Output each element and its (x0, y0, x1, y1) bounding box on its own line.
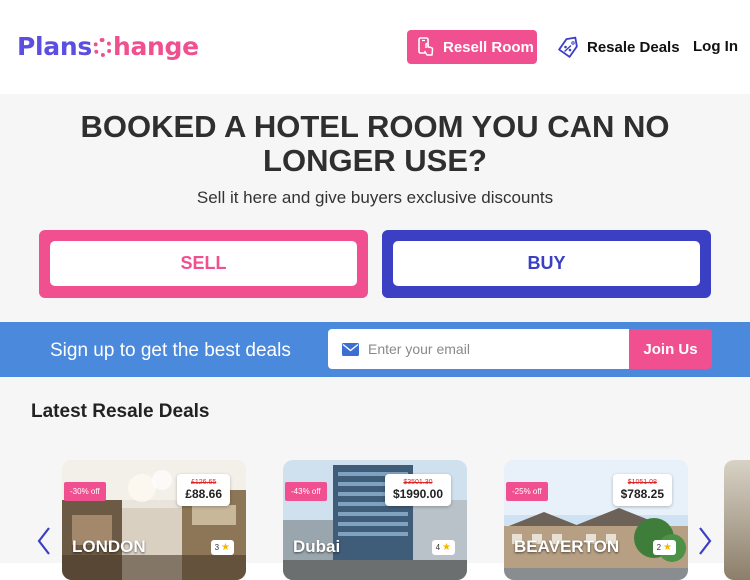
latest-deals-section: Latest Resale Deals -30% off £126.65 £88… (0, 377, 750, 580)
site-header: Plans hange Resell Room Resale Deals Log … (0, 0, 750, 94)
planschange-logo[interactable]: Plans hange (17, 32, 199, 61)
deals-heading: Latest Resale Deals (31, 401, 210, 422)
envelope-icon (342, 342, 359, 356)
discount-badge: -43% off (285, 482, 327, 501)
join-us-button[interactable]: Join Us (629, 329, 712, 369)
carousel-prev-button[interactable] (34, 525, 54, 561)
hero-subtitle: Sell it here and give buyers exclusive d… (196, 188, 554, 207)
email-field-wrapper[interactable] (328, 329, 630, 369)
resale-deals-link[interactable]: Resale Deals (556, 36, 680, 58)
star-icon: ★ (221, 542, 230, 553)
star-icon: ★ (442, 542, 451, 553)
price-box: $1051.08 $788.25 (612, 474, 672, 506)
email-input[interactable] (368, 341, 608, 357)
old-price: $1051.08 (627, 479, 657, 486)
login-link[interactable]: Log In (693, 38, 738, 55)
buy-button[interactable]: BUY (382, 230, 711, 298)
chevron-left-icon (37, 526, 51, 561)
star-rating: 3 ★ (210, 540, 234, 555)
signup-text: Sign up to get the best deals (50, 340, 291, 361)
new-price: $788.25 (620, 487, 664, 501)
hero-title: BOOKED A HOTEL ROOM YOU CAN NO LONGER US… (80, 109, 670, 178)
old-price: $3501.30 (403, 479, 433, 486)
city-name: BEAVERTON (514, 537, 620, 556)
deal-card[interactable]: -30% off £126.65 £88.66 LONDON 3 ★ (62, 460, 246, 580)
hero-section: BOOKED A HOTEL ROOM YOU CAN NO LONGER US… (0, 94, 750, 322)
sell-button[interactable]: SELL (39, 230, 368, 298)
phone-hand-icon (417, 37, 435, 57)
star-icon: ★ (663, 542, 672, 553)
buy-button-label: BUY (393, 241, 700, 286)
star-rating: 4 ★ (431, 540, 455, 555)
deal-card[interactable]: -25% off $1051.08 $788.25 BEAVERTON 2 ★ (504, 460, 688, 580)
discount-badge: -25% off (506, 482, 548, 501)
new-price: £88.66 (185, 487, 222, 501)
logo-c-ring (92, 38, 112, 57)
star-rating: 2 ★ (652, 540, 676, 555)
discount-tag-icon (556, 36, 580, 58)
newsletter-signup-bar: Sign up to get the best deals Join Us (0, 322, 750, 377)
city-name: LONDON (72, 537, 146, 556)
city-name: Dubai (293, 537, 341, 556)
resale-deals-label: Resale Deals (587, 38, 680, 56)
deal-card-partial[interactable] (724, 460, 750, 580)
deal-card[interactable]: -43% off $3501.30 $1990.00 Dubai 4 ★ (283, 460, 467, 580)
sell-button-label: SELL (50, 241, 357, 286)
chevron-right-icon (698, 526, 712, 561)
price-box: £126.65 £88.66 (177, 474, 230, 506)
discount-badge: -30% off (64, 482, 106, 501)
old-price: £126.65 (190, 479, 217, 486)
resell-room-label: Resell Room (443, 38, 534, 56)
price-box: $3501.30 $1990.00 (384, 474, 451, 506)
new-price: $1990.00 (392, 487, 443, 501)
carousel-next-button[interactable] (695, 525, 715, 561)
resell-room-button[interactable]: Resell Room (407, 30, 537, 64)
